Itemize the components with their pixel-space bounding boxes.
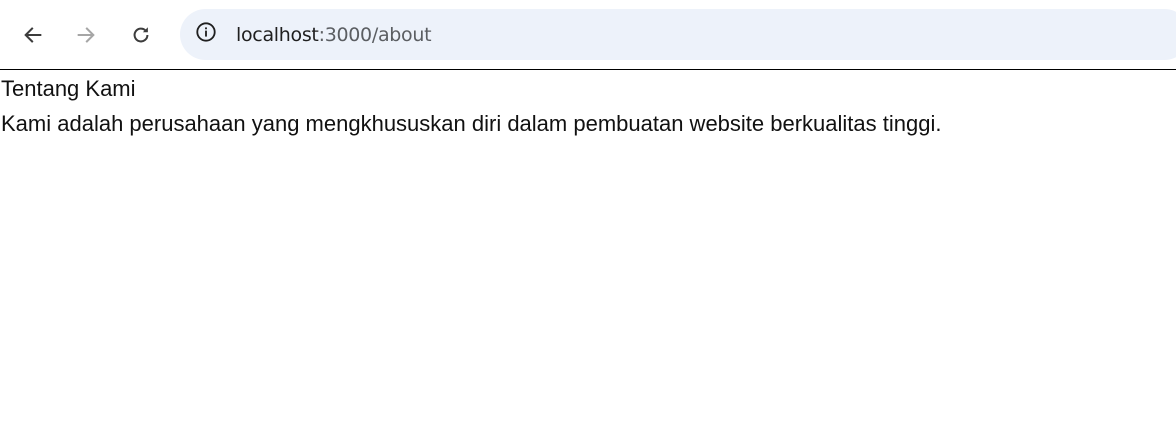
arrow-right-icon xyxy=(75,24,97,46)
browser-toolbar: localhost:3000/about xyxy=(0,0,1176,70)
back-button[interactable] xyxy=(15,17,51,53)
page-content: Tentang Kami Kami adalah perusahaan yang… xyxy=(0,70,1176,138)
reload-button[interactable] xyxy=(123,17,159,53)
url-text[interactable]: localhost:3000/about xyxy=(236,23,432,46)
info-circle-icon xyxy=(195,21,217,48)
site-info-button[interactable] xyxy=(193,22,219,48)
url-path: :3000/about xyxy=(318,23,432,46)
page-description: Kami adalah perusahaan yang mengkhususka… xyxy=(1,111,942,136)
forward-button[interactable] xyxy=(68,17,104,53)
reload-icon xyxy=(130,24,152,46)
address-bar[interactable]: localhost:3000/about xyxy=(180,9,1176,60)
arrow-left-icon xyxy=(22,24,44,46)
page-title: Tentang Kami xyxy=(1,76,136,101)
url-host: localhost xyxy=(236,23,319,46)
